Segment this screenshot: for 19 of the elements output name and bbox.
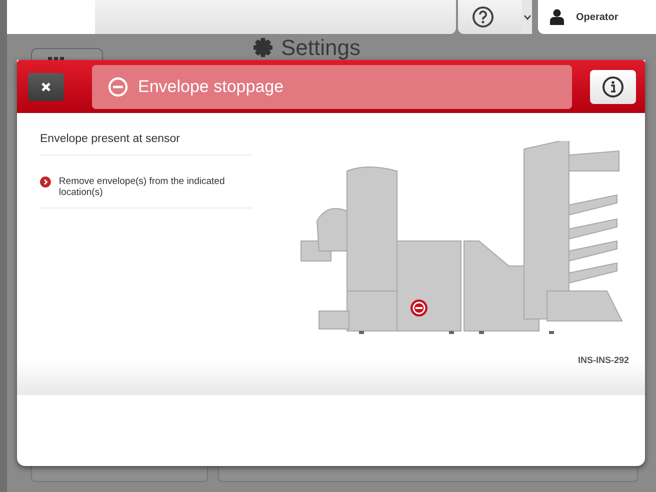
dialog-title: Envelope stoppage bbox=[138, 76, 284, 96]
dropdown-button[interactable] bbox=[522, 0, 532, 34]
help-button[interactable] bbox=[458, 0, 522, 34]
stop-marker-icon bbox=[410, 299, 428, 317]
stop-icon bbox=[108, 76, 128, 96]
chevron-right-icon bbox=[40, 176, 51, 188]
error-message: Envelope present at sensor bbox=[40, 133, 252, 156]
user-menu-button[interactable]: Operator bbox=[538, 0, 656, 34]
help-icon bbox=[472, 6, 494, 28]
image-code: INS-INS-292 bbox=[578, 355, 629, 365]
info-icon bbox=[602, 76, 624, 98]
info-button[interactable] bbox=[590, 70, 636, 104]
close-button[interactable] bbox=[28, 72, 64, 100]
chevron-down-icon bbox=[524, 14, 530, 20]
gear-icon bbox=[253, 38, 273, 58]
page-title: Settings bbox=[281, 37, 360, 59]
close-icon bbox=[41, 82, 51, 92]
instruction-text: Remove envelope(s) from the indicated location(s) bbox=[58, 176, 226, 199]
person-icon bbox=[550, 9, 564, 25]
